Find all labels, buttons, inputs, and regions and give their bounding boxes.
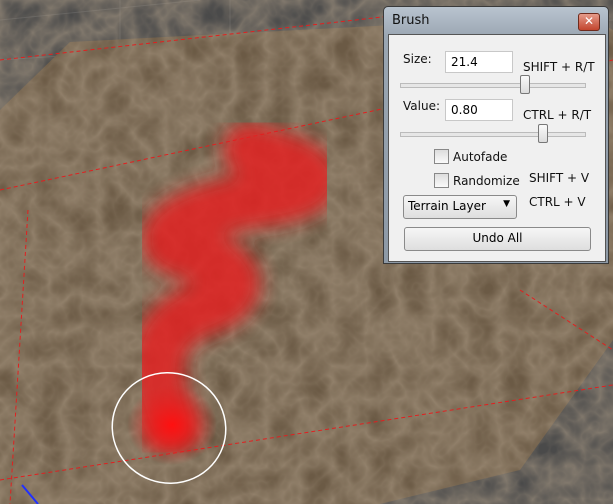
value-slider[interactable] <box>400 124 586 143</box>
size-slider[interactable] <box>400 75 586 94</box>
layer-shortcut: CTRL + V <box>529 195 586 209</box>
chevron-down-icon: ▼ <box>503 199 510 209</box>
randomize-label: Randomize <box>453 174 520 188</box>
value-slider-thumb[interactable] <box>537 124 548 143</box>
panel-title: Brush <box>392 13 430 28</box>
autofade-label: Autofade <box>453 150 508 164</box>
size-slider-thumb[interactable] <box>520 75 531 94</box>
value-label: Value: <box>403 99 440 113</box>
undo-all-button[interactable]: Undo All <box>404 227 591 251</box>
randomize-shortcut: SHIFT + V <box>529 171 590 185</box>
size-input[interactable]: 21.4 <box>445 51 513 73</box>
value-shortcut: CTRL + R/T <box>523 108 592 122</box>
autofade-checkbox[interactable] <box>434 149 449 164</box>
randomize-checkbox[interactable] <box>434 173 449 188</box>
layer-select[interactable]: Terrain Layer ▼ <box>403 195 517 219</box>
size-label: Size: <box>403 52 432 66</box>
value-input[interactable]: 0.80 <box>445 99 513 121</box>
brush-panel: Brush ✕ Size: 21.4 SHIFT + R/T Value: 0.… <box>383 6 609 264</box>
panel-body: Size: 21.4 SHIFT + R/T Value: 0.80 CTRL … <box>388 34 606 262</box>
close-button[interactable]: ✕ <box>578 13 600 31</box>
layer-select-value: Terrain Layer <box>408 199 486 213</box>
size-shortcut: SHIFT + R/T <box>523 60 595 74</box>
